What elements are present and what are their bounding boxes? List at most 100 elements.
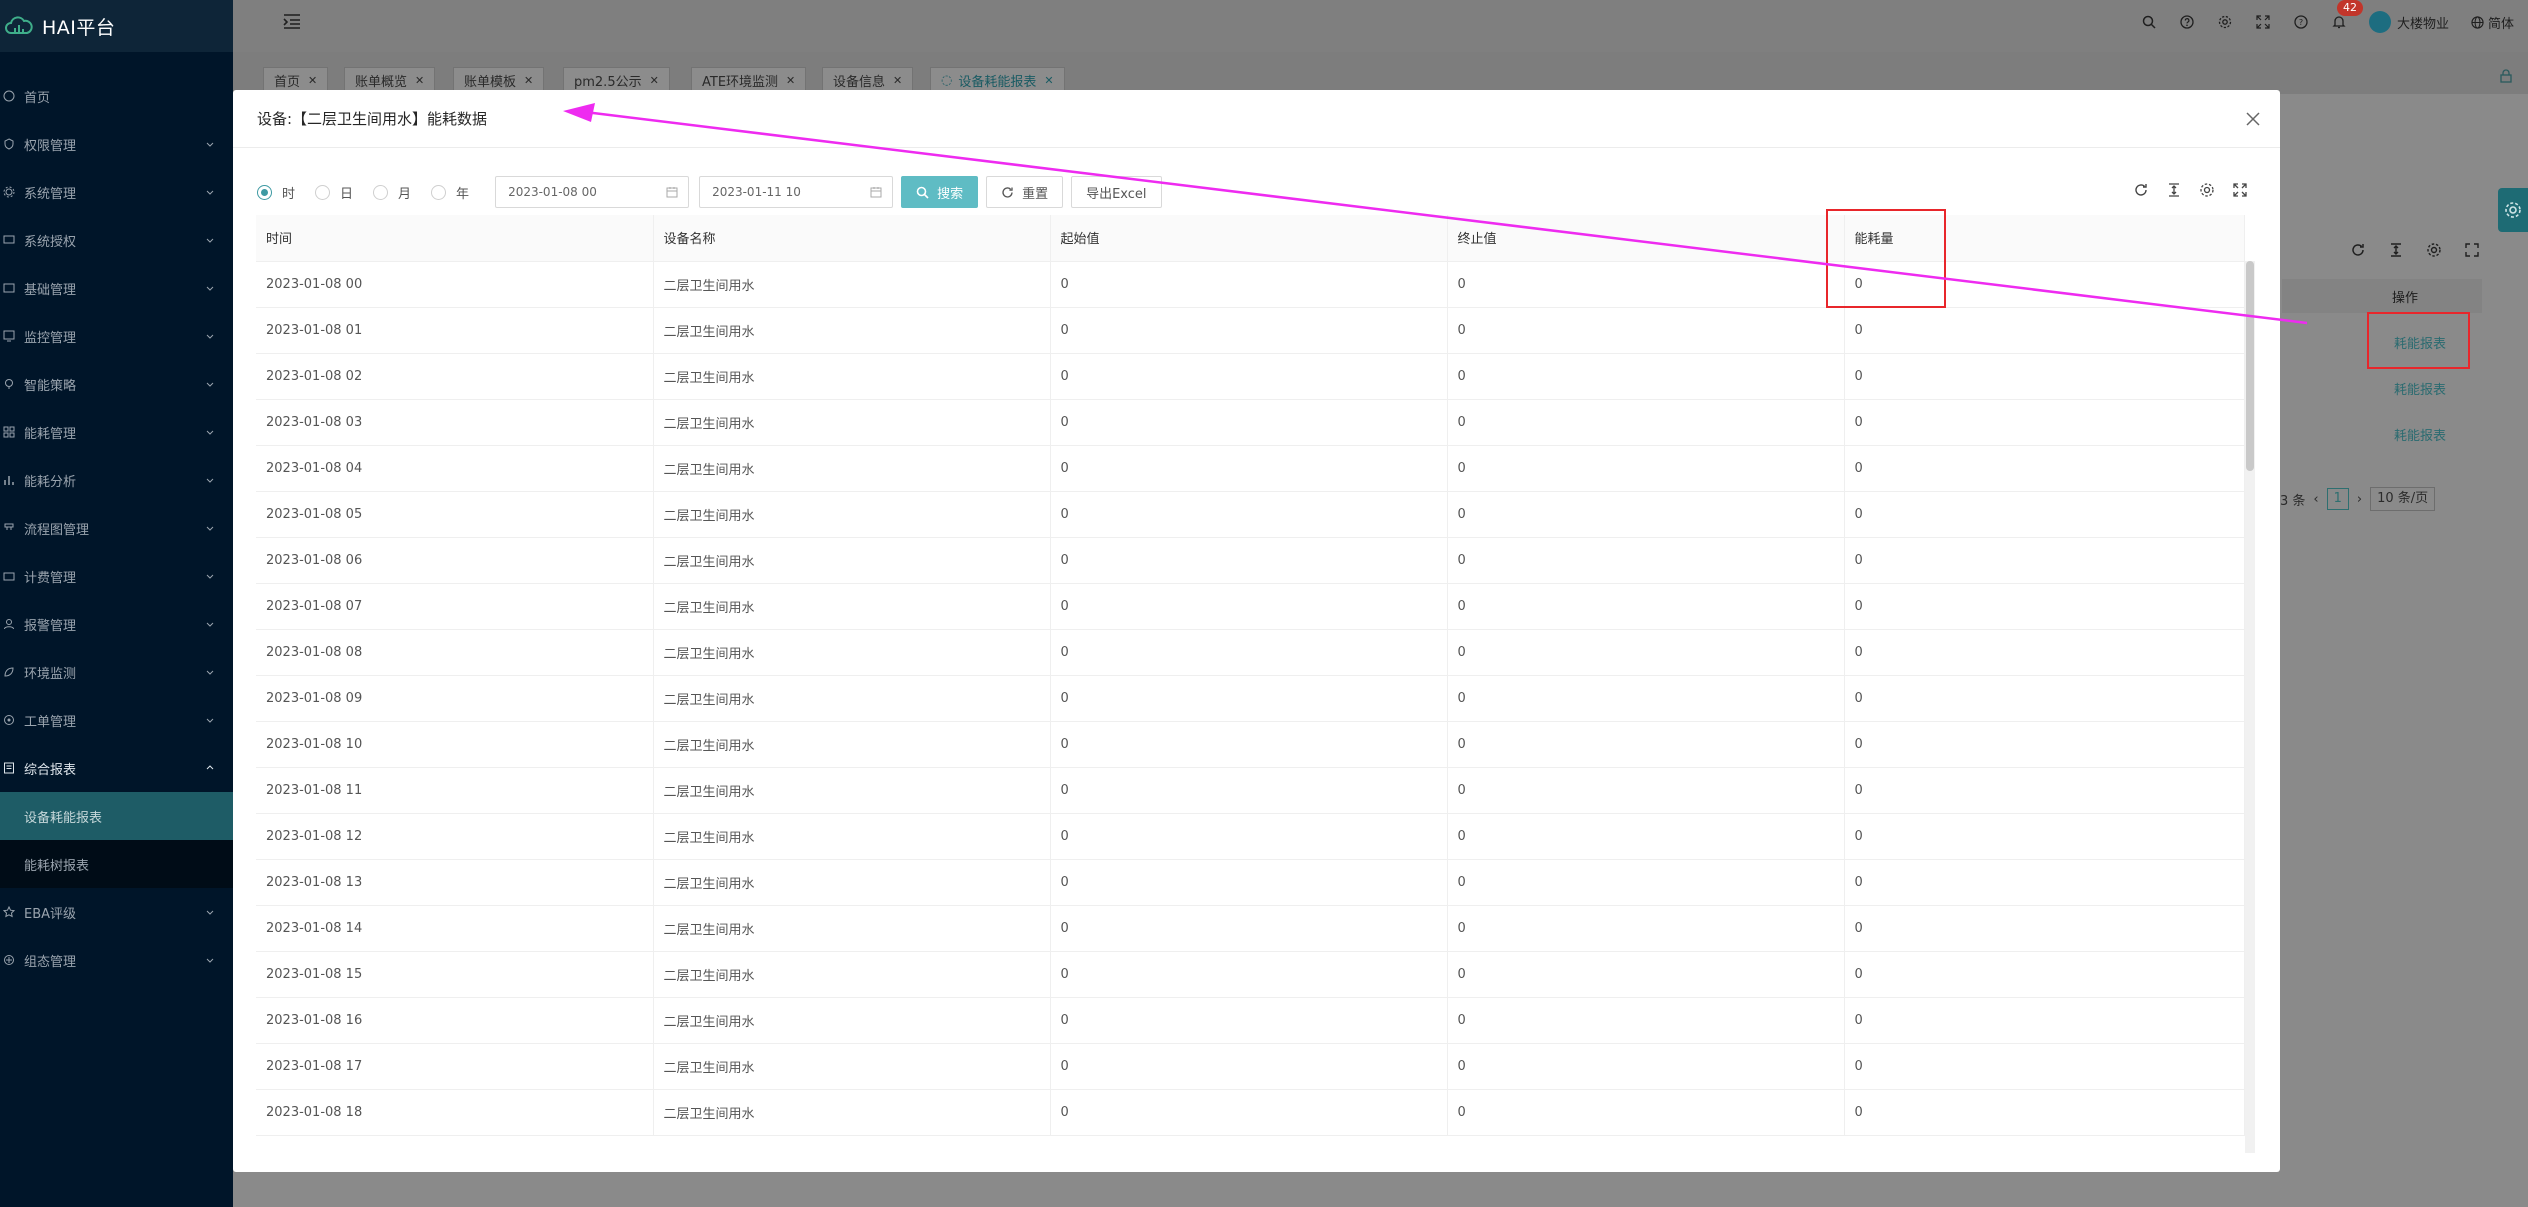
- menu-fold-icon[interactable]: [281, 10, 303, 32]
- reload-icon[interactable]: [2133, 182, 2149, 198]
- cell-consumption: 0: [1844, 721, 2245, 768]
- sidebar-item-configuration[interactable]: 组态管理: [0, 936, 233, 984]
- reset-button[interactable]: 重置: [986, 176, 1064, 208]
- table-scrollbar[interactable]: [2245, 261, 2255, 1153]
- user-menu[interactable]: 大楼物业: [2368, 11, 2449, 33]
- prev-page-icon[interactable]: ‹: [2313, 492, 2318, 507]
- column-header-time[interactable]: 时间: [256, 215, 654, 262]
- sidebar-item-analysis[interactable]: 能耗分析: [0, 456, 233, 504]
- close-icon[interactable]: ✕: [650, 74, 659, 87]
- close-icon[interactable]: ✕: [1044, 74, 1053, 87]
- sidebar-item-monitor[interactable]: 监控管理: [0, 312, 233, 360]
- close-icon[interactable]: ✕: [415, 74, 424, 87]
- cell-consumption: 0: [1844, 629, 2245, 676]
- header-actions: ? 42 大楼物业 简体: [2141, 0, 2514, 44]
- radio-dot: [315, 184, 331, 200]
- chevron-down-icon: [206, 382, 214, 387]
- sidebar-item-billing[interactable]: 计费管理: [0, 552, 233, 600]
- cell-time: 2023-01-08 14: [256, 905, 654, 952]
- export-excel-button[interactable]: 导出Excel: [1071, 176, 1162, 208]
- energy-report-link[interactable]: 耗能报表: [2394, 425, 2446, 444]
- column-header-start-value[interactable]: 起始值: [1050, 215, 1448, 262]
- chevron-down-icon: [206, 526, 214, 531]
- sidebar-item-system[interactable]: 系统管理: [0, 168, 233, 216]
- scrollbar-thumb[interactable]: [2246, 261, 2254, 471]
- settings-drawer-handle[interactable]: [2498, 188, 2528, 232]
- close-icon[interactable]: ✕: [786, 74, 795, 87]
- sidebar-item-alarm[interactable]: 报警管理: [0, 600, 233, 648]
- help-circle-icon[interactable]: [2179, 14, 2195, 30]
- sidebar-item-reports[interactable]: 综合报表: [0, 744, 233, 792]
- search-icon[interactable]: [2141, 14, 2157, 30]
- cell-time: 2023-01-08 09: [256, 675, 654, 722]
- cell-device-name: 二层卫生间用水: [653, 721, 1051, 768]
- background-table-tools: [2350, 242, 2480, 258]
- fullscreen-icon[interactable]: [2232, 182, 2248, 198]
- end-date-picker[interactable]: 2023-01-11 10: [699, 176, 894, 208]
- chevron-down-icon: [206, 142, 214, 147]
- table-row: 2023-01-08 15 二层卫生间用水 0 0 0: [256, 951, 2245, 998]
- sidebar-item-eba[interactable]: EBA评级: [0, 888, 233, 936]
- sidebar-item-home[interactable]: 首页: [0, 72, 233, 120]
- fullscreen-icon[interactable]: [2255, 14, 2271, 30]
- sidebar-item-label: 综合报表: [24, 762, 77, 778]
- close-icon[interactable]: ✕: [524, 74, 533, 87]
- page-size-select[interactable]: 10 条/页: [2370, 487, 2436, 511]
- close-icon[interactable]: ✕: [893, 74, 902, 87]
- sidebar-item-energy[interactable]: 能耗管理: [0, 408, 233, 456]
- sidebar-item-workorder[interactable]: 工单管理: [0, 696, 233, 744]
- cell-start-value: 0: [1050, 721, 1448, 768]
- energy-report-link[interactable]: 耗能报表: [2394, 379, 2446, 398]
- sidebar-item-label: 智能策略: [24, 378, 77, 394]
- column-header-device-name[interactable]: 设备名称: [653, 215, 1051, 262]
- language-switch[interactable]: 简体: [2471, 13, 2514, 32]
- sidebar-item-authorization[interactable]: 系统授权: [0, 216, 233, 264]
- chevron-down-icon: [206, 238, 214, 243]
- cell-time: 2023-01-08 13: [256, 859, 654, 906]
- lock-icon[interactable]: [2498, 68, 2514, 84]
- setting-icon[interactable]: [2199, 182, 2215, 198]
- start-date-picker[interactable]: 2023-01-08 00: [495, 176, 690, 208]
- language-label: 简体: [2487, 16, 2514, 32]
- column-height-icon[interactable]: [2388, 242, 2404, 258]
- logo-bar[interactable]: HAI平台: [0, 0, 233, 52]
- reset-button-label: 重置: [1022, 186, 1049, 202]
- setting-icon[interactable]: [2426, 242, 2442, 258]
- start-date-value: 2023-01-08 00: [508, 185, 597, 199]
- sidebar-item-permission[interactable]: 权限管理: [0, 120, 233, 168]
- next-page-icon[interactable]: ›: [2357, 492, 2362, 507]
- gear-icon[interactable]: [2217, 14, 2233, 30]
- bell-icon[interactable]: 42: [2331, 0, 2363, 30]
- sidebar-subitem-device-energy-report[interactable]: 设备耗能报表: [0, 792, 233, 840]
- sidebar-item-label: 能耗分析: [24, 474, 77, 490]
- table-row: 2023-01-08 13 二层卫生间用水 0 0 0: [256, 859, 2245, 906]
- cell-device-name: 二层卫生间用水: [653, 537, 1051, 584]
- reload-icon[interactable]: [2350, 242, 2366, 258]
- sidebar-item-flowchart[interactable]: 流程图管理: [0, 504, 233, 552]
- search-button[interactable]: 搜索: [901, 176, 979, 208]
- close-icon[interactable]: [2244, 110, 2262, 128]
- table-body: 2023-01-08 00 二层卫生间用水 0 0 0 2023-01-08 01 二层卫生…: [256, 261, 2245, 1136]
- cell-time: 2023-01-08 04: [256, 445, 654, 492]
- close-icon[interactable]: ✕: [308, 74, 317, 87]
- radio-day[interactable]: 日: [315, 183, 353, 202]
- cell-time: 2023-01-08 01: [256, 307, 654, 354]
- column-header-end-value[interactable]: 终止值: [1447, 215, 1845, 262]
- export-button-label: 导出Excel: [1086, 186, 1147, 202]
- column-height-icon[interactable]: [2166, 182, 2182, 198]
- cell-time: 2023-01-08 17: [256, 1043, 654, 1090]
- sidebar-item-environment[interactable]: 环境监测: [0, 648, 233, 696]
- fullscreen-icon[interactable]: [2464, 242, 2480, 258]
- question-icon[interactable]: ?: [2293, 14, 2309, 30]
- radio-hour[interactable]: 时: [257, 183, 295, 202]
- component-icon: [2, 953, 16, 967]
- sidebar-menu-lower: EBA评级 组态管理: [0, 888, 233, 984]
- radio-year[interactable]: 年: [431, 183, 469, 202]
- page-number[interactable]: 1: [2326, 488, 2349, 510]
- table-row: 2023-01-08 04 二层卫生间用水 0 0 0: [256, 445, 2245, 492]
- sidebar-item-strategy[interactable]: 智能策略: [0, 360, 233, 408]
- sidebar-item-basic[interactable]: 基础管理: [0, 264, 233, 312]
- cell-start-value: 0: [1050, 583, 1448, 630]
- sidebar-subitem-energy-tree-report[interactable]: 能耗树报表: [0, 840, 233, 888]
- radio-month[interactable]: 月: [373, 183, 411, 202]
